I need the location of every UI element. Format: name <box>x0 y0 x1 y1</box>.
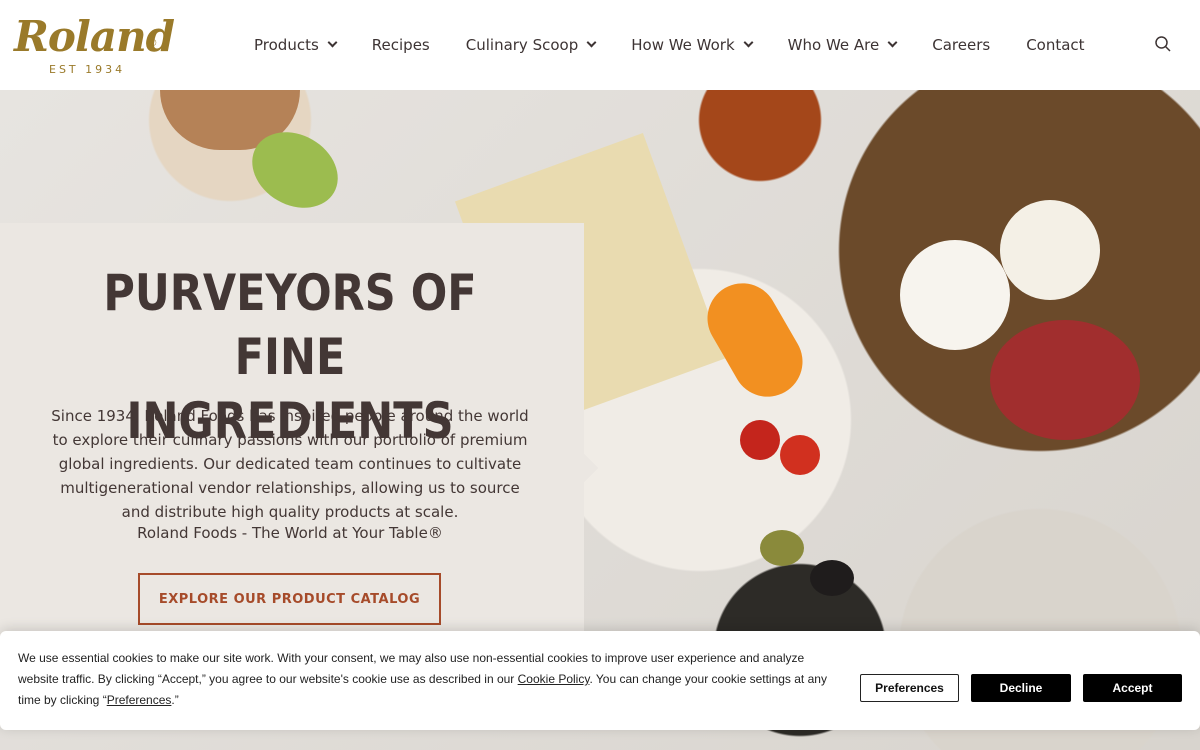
accept-button[interactable]: Accept <box>1083 674 1182 702</box>
hero-title-line1: PURVEYORS OF FINE <box>103 264 477 386</box>
preferences-button[interactable]: Preferences <box>860 674 959 702</box>
nav-who-we-are[interactable]: Who We Are <box>787 36 898 54</box>
hero-tagline: Roland Foods - The World at Your Table® <box>137 524 443 542</box>
nav-culinary-scoop-label: Culinary Scoop <box>465 36 579 54</box>
food-salami-image <box>990 320 1140 440</box>
food-mozzarella-image <box>900 240 1010 350</box>
site-header: Roland ® EST 1934 Products Recipes Culin… <box>0 0 1200 90</box>
food-mozzarella-image <box>1000 200 1100 300</box>
food-tomato-image <box>740 420 780 460</box>
nav-who-we-are-label: Who We Are <box>787 36 880 54</box>
roland-logo[interactable]: Roland ® EST 1934 <box>14 12 175 78</box>
explore-catalog-button[interactable]: EXPLORE OUR PRODUCT CATALOG <box>138 573 441 625</box>
cookie-text-part3: .” <box>171 693 179 707</box>
nav-contact[interactable]: Contact <box>1026 36 1084 54</box>
nav-recipes[interactable]: Recipes <box>372 36 430 54</box>
cookie-banner: We use essential cookies to make our sit… <box>0 631 1200 730</box>
logo-established: EST 1934 <box>49 63 126 76</box>
nav-products[interactable]: Products <box>254 36 338 54</box>
cookie-policy-link[interactable]: Cookie Policy <box>518 672 590 686</box>
chevron-down-icon <box>743 37 754 48</box>
nav-products-label: Products <box>254 36 319 54</box>
decline-button[interactable]: Decline <box>971 674 1071 702</box>
logo-wordmark: Roland <box>14 12 175 61</box>
hero-description: Since 1934, Roland Foods has inspired pe… <box>51 407 529 521</box>
chevron-down-icon <box>327 37 338 48</box>
nav-careers[interactable]: Careers <box>932 36 990 54</box>
preferences-link[interactable]: Preferences <box>107 693 172 707</box>
food-olive-image <box>810 560 854 596</box>
nav-contact-label: Contact <box>1026 36 1085 54</box>
chevron-down-icon <box>887 37 898 48</box>
nav-how-we-work[interactable]: How We Work <box>631 36 754 54</box>
search-icon[interactable] <box>1154 35 1172 53</box>
nav-how-we-work-label: How We Work <box>631 36 735 54</box>
nav-culinary-scoop[interactable]: Culinary Scoop <box>465 36 597 54</box>
food-olive-image <box>760 530 804 566</box>
logo-registered-mark: ® <box>149 38 157 49</box>
nav-careers-label: Careers <box>932 36 991 54</box>
nav-recipes-label: Recipes <box>371 36 430 54</box>
chevron-down-icon <box>586 37 597 48</box>
card-pointer <box>569 453 599 483</box>
main-nav: Products Recipes Culinary Scoop How We W… <box>236 0 1103 90</box>
cookie-message: We use essential cookies to make our sit… <box>18 648 843 711</box>
hero-card: PURVEYORS OF FINE INGREDIENTS Since 1934… <box>0 223 599 643</box>
food-tomato-image <box>780 435 820 475</box>
